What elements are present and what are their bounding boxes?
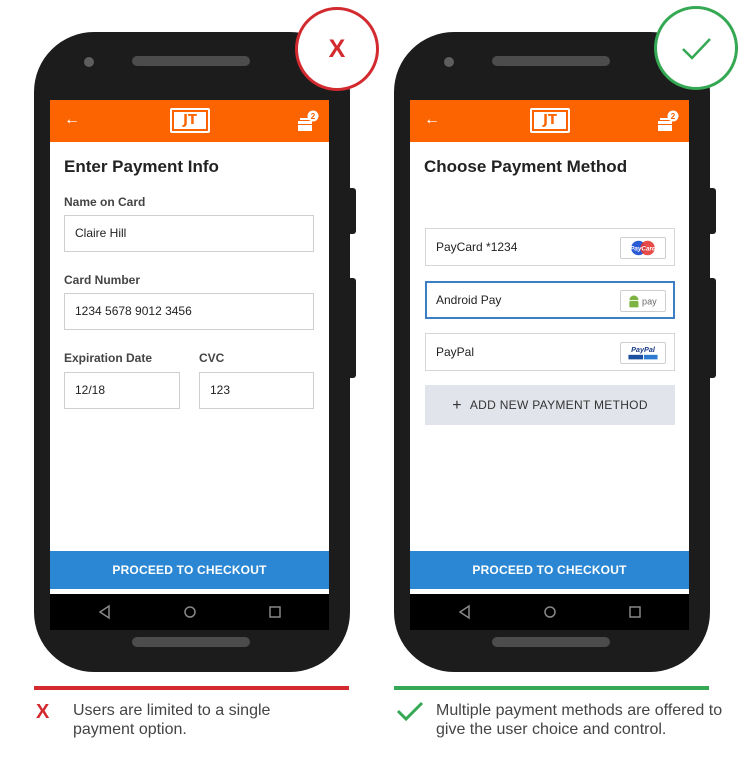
expiration-date-field[interactable]: 12/18 [64, 372, 180, 409]
nav-home-icon[interactable] [180, 602, 200, 622]
jt-logo[interactable]: JT [530, 108, 570, 133]
add-new-payment-method-button[interactable]: + ADD NEW PAYMENT METHOD [425, 385, 675, 425]
back-arrow-icon[interactable]: ← [64, 110, 80, 130]
jt-logo[interactable]: JT [170, 108, 210, 133]
jt-logo-text: JT [174, 112, 206, 129]
good-divider [394, 686, 709, 690]
screen-choose-payment: ← JT 2 Choose Payment Method PayCard *12… [410, 100, 689, 594]
cart-icon[interactable]: 2 [297, 110, 319, 132]
android-nav-bar [410, 594, 689, 630]
power-button [710, 188, 716, 234]
checkmark-icon [682, 38, 711, 60]
proceed-to-checkout-button[interactable]: PROCEED TO CHECKOUT [50, 551, 329, 589]
cart-icon[interactable]: 2 [657, 110, 679, 132]
payment-method-label: PayPal [436, 345, 475, 359]
power-button [350, 188, 356, 234]
cart-count-badge: 2 [311, 112, 316, 121]
nav-recents-icon[interactable] [625, 602, 645, 622]
proceed-to-checkout-button[interactable]: PROCEED TO CHECKOUT [410, 551, 689, 589]
caption-cross-icon: X [36, 701, 50, 723]
phone-bad-example: ← JT 2 Enter Payment Info Name on Card C… [34, 32, 356, 672]
nav-back-icon[interactable] [95, 602, 115, 622]
bottom-speaker [492, 637, 610, 647]
phone-good-example: ← JT 2 Choose Payment Method PayCard *12… [394, 32, 716, 672]
card-number-field[interactable]: 1234 5678 9012 3456 [64, 293, 314, 330]
android-pay-logo-icon: pay [620, 290, 666, 312]
android-nav-bar [50, 594, 329, 630]
good-caption: Multiple payment methods are offered to … [436, 702, 723, 738]
paycard-logo-icon: PayCard [620, 237, 666, 259]
plus-icon: + [452, 397, 462, 414]
good-example-badge [654, 6, 738, 90]
front-camera [444, 57, 454, 67]
nav-recents-icon[interactable] [265, 602, 285, 622]
svg-text:pay: pay [642, 297, 657, 307]
payment-method-paycard[interactable]: PayCard *1234 PayCard [425, 228, 675, 266]
cvc-label: CVC [199, 351, 225, 365]
payment-method-paypal[interactable]: PayPal PayPal [425, 333, 675, 371]
bad-divider [34, 686, 349, 690]
cross-icon: X [328, 35, 346, 63]
screen-enter-payment: ← JT 2 Enter Payment Info Name on Card C… [50, 100, 329, 594]
paypal-logo-icon: PayPal [620, 342, 666, 364]
bad-example-badge: X [295, 7, 379, 91]
top-speaker [132, 56, 250, 66]
bottom-speaker [132, 637, 250, 647]
name-on-card-field[interactable]: Claire Hill [64, 215, 314, 252]
front-camera [84, 57, 94, 67]
top-speaker [492, 56, 610, 66]
app-bar: ← JT 2 [50, 100, 329, 142]
payment-method-label: PayCard *1234 [436, 240, 518, 254]
nav-home-icon[interactable] [540, 602, 560, 622]
volume-button [710, 278, 716, 378]
jt-logo-text: JT [534, 112, 566, 129]
card-number-label: Card Number [64, 273, 141, 287]
back-arrow-icon[interactable]: ← [424, 110, 440, 130]
svg-text:PayCard: PayCard [630, 245, 656, 252]
name-on-card-label: Name on Card [64, 195, 146, 209]
nav-back-icon[interactable] [455, 602, 475, 622]
bad-caption: Users are limited to a single payment op… [73, 702, 271, 738]
cvc-field[interactable]: 123 [199, 372, 314, 409]
expiration-date-label: Expiration Date [64, 351, 153, 365]
cart-count-badge: 2 [671, 112, 676, 121]
page-title: Choose Payment Method [424, 157, 628, 176]
app-bar: ← JT 2 [410, 100, 689, 142]
volume-button [350, 278, 356, 378]
page-title: Enter Payment Info [64, 157, 219, 176]
add-new-payment-method-label: ADD NEW PAYMENT METHOD [469, 398, 648, 412]
svg-text:PayPal: PayPal [631, 345, 656, 354]
payment-method-android-pay[interactable]: Android Pay pay [425, 281, 675, 319]
payment-method-label: Android Pay [436, 293, 502, 307]
caption-checkmark-icon [396, 701, 424, 722]
